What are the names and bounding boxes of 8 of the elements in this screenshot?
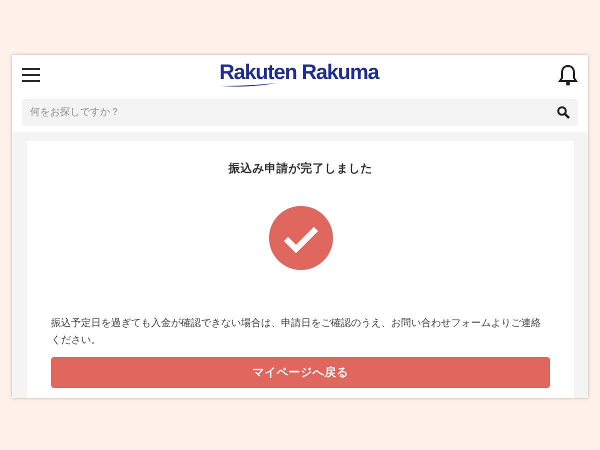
check-icon — [268, 206, 332, 270]
menu-icon[interactable] — [22, 68, 40, 82]
notice-text: 振込予定日を過ぎても入金が確認できない場合は、申請日をご確認のうえ、お問い合わせフォームよりご連絡ください。 — [51, 316, 542, 348]
search-field[interactable]: 何をお探しですか？ — [22, 99, 578, 126]
success-title: 振込み申請が完了しました — [228, 161, 372, 176]
logo[interactable]: Rakuten Rakuma — [219, 62, 379, 83]
bell-icon[interactable] — [558, 64, 578, 86]
search-icon[interactable] — [557, 106, 570, 119]
